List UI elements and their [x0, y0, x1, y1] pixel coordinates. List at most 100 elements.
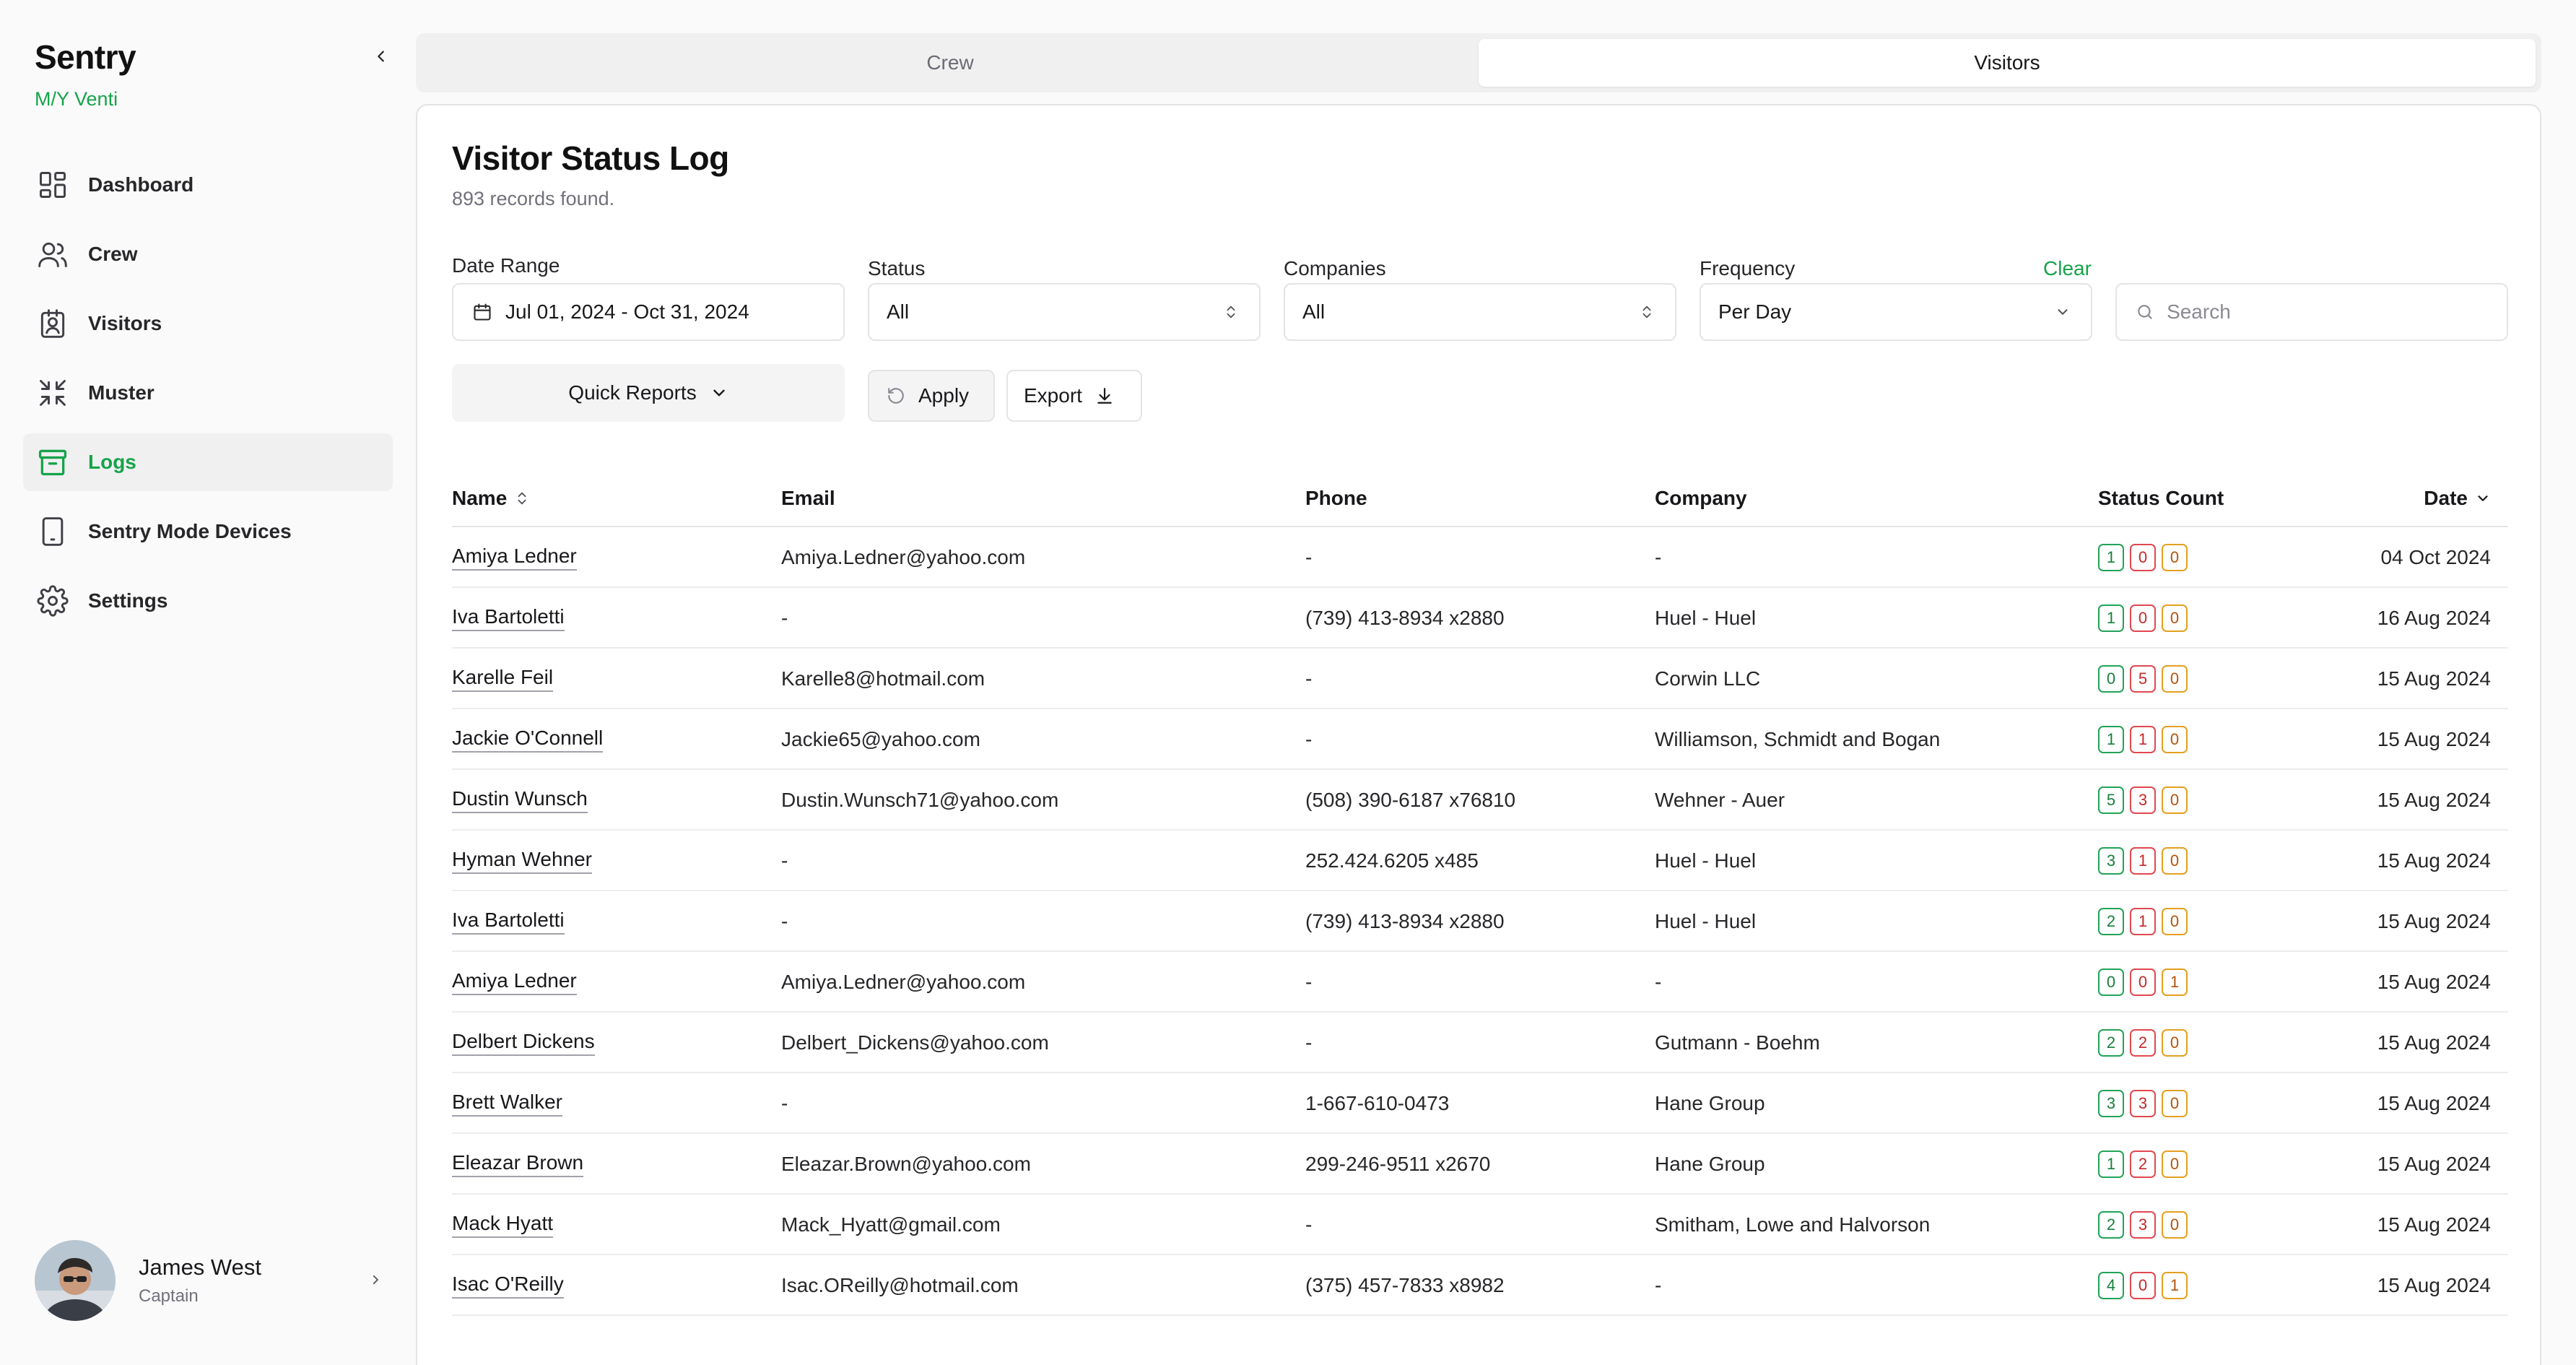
- visitor-email: Amiya.Ledner@yahoo.com: [781, 546, 1026, 568]
- frequency-select[interactable]: Per Day: [1700, 283, 2092, 341]
- visitor-phone: -: [1305, 546, 1313, 568]
- badge-orange: 0: [2162, 726, 2188, 753]
- visit-date: 16 Aug 2024: [2377, 607, 2491, 629]
- gear-icon: [36, 584, 69, 618]
- visitor-name-link[interactable]: Dustin Wunsch: [452, 770, 770, 831]
- badge-green: 1: [2098, 1150, 2124, 1178]
- users-icon: [36, 238, 69, 271]
- visitor-phone: (375) 457-7833 x8982: [1305, 1274, 1505, 1296]
- badge-green: 3: [2098, 847, 2124, 875]
- clear-filters-link[interactable]: Clear: [2043, 257, 2092, 280]
- visitor-name-link[interactable]: Hyman Wehner: [452, 831, 770, 891]
- export-button[interactable]: Export: [1006, 370, 1142, 422]
- sidebar-item-visitors[interactable]: Visitors: [23, 295, 393, 352]
- visitor-name-link[interactable]: Brett Walker: [452, 1073, 770, 1134]
- status-badges: 401: [2098, 1272, 2188, 1299]
- visitor-badge-icon: [36, 307, 69, 340]
- status-badges: 210: [2098, 908, 2188, 935]
- visitor-email: Dustin.Wunsch71@yahoo.com: [781, 789, 1059, 811]
- chevron-right-icon: [362, 1267, 388, 1293]
- date-range-picker[interactable]: Jul 01, 2024 - Oct 31, 2024: [452, 283, 845, 341]
- search-icon: [2134, 300, 2155, 324]
- visitor-name-link[interactable]: Mack Hyatt: [452, 1195, 770, 1255]
- visitor-name-link[interactable]: Isac O'Reilly: [452, 1255, 770, 1316]
- chevron-down-icon: [2052, 301, 2074, 323]
- table-row: Amiya Ledner Amiya.Ledner@yahoo.com - -1 0 0 0…: [452, 527, 2508, 588]
- visitor-email: Amiya.Ledner@yahoo.com: [781, 971, 1026, 993]
- badge-red: 1: [2130, 847, 2156, 875]
- apply-button[interactable]: Apply: [868, 370, 995, 422]
- collapse-sidebar-button[interactable]: [367, 42, 396, 71]
- badge-red: 5: [2130, 665, 2156, 693]
- table-row: Iva Bartoletti - (739) 413-8934 x2880 Huel …: [452, 588, 2508, 649]
- table-row: Dustin Wunsch Dustin.Wunsch71@yahoo.com (5…: [452, 770, 2508, 831]
- sidebar-item-logs[interactable]: Logs: [23, 433, 393, 491]
- visitor-name-link[interactable]: Karelle Feil: [452, 649, 770, 709]
- sidebar-item-label: Logs: [88, 451, 136, 473]
- sort-icon: [514, 490, 530, 506]
- status-badges: 120: [2098, 1150, 2188, 1178]
- visit-date: 15 Aug 2024: [2377, 789, 2491, 811]
- column-header-name[interactable]: Name: [452, 469, 770, 527]
- tablet-icon: [36, 515, 69, 548]
- table-header: Name Email Phone Company Status Count Da…: [452, 469, 2508, 527]
- user-name: James West: [139, 1254, 261, 1280]
- sidebar-item-dashboard[interactable]: Dashboard: [23, 156, 393, 214]
- badge-red: 2: [2130, 1029, 2156, 1057]
- visitor-company: Huel - Huel: [1655, 910, 1757, 932]
- sidebar-item-label: Sentry Mode Devices: [88, 520, 292, 542]
- visitor-email: -: [781, 607, 788, 629]
- visitor-phone: 252.424.6205 x485: [1305, 849, 1479, 872]
- visitor-name-link[interactable]: Amiya Ledner: [452, 527, 770, 588]
- visitor-name-link[interactable]: Eleazar Brown: [452, 1134, 770, 1195]
- tab-crew[interactable]: Crew: [422, 39, 1479, 87]
- quick-reports-label: Quick Reports: [568, 381, 697, 404]
- visit-date: 15 Aug 2024: [2377, 971, 2491, 993]
- column-header-email: Email: [781, 487, 835, 509]
- sidebar-item-crew[interactable]: Crew: [23, 225, 393, 283]
- badge-green: 4: [2098, 1272, 2124, 1299]
- column-label: Date: [2424, 487, 2468, 509]
- visitor-name-link[interactable]: Iva Bartoletti: [452, 588, 770, 649]
- badge-green: 0: [2098, 665, 2124, 693]
- badge-orange: 0: [2162, 908, 2188, 935]
- table-row: Hyman Wehner - 252.424.6205 x485 Huel - Hue…: [452, 831, 2508, 891]
- visitor-name: Hyman Wehner: [452, 848, 593, 874]
- visit-date: 15 Aug 2024: [2377, 728, 2491, 750]
- sidebar-item-sentry-mode-devices[interactable]: Sentry Mode Devices: [23, 503, 393, 560]
- companies-value: All: [1302, 300, 1326, 323]
- user-profile[interactable]: James West Captain: [35, 1239, 388, 1322]
- badge-red: 1: [2130, 726, 2156, 753]
- visitor-phone: -: [1305, 1213, 1313, 1236]
- visitor-log-table: Name Email Phone Company Status Count Da…: [452, 469, 2508, 1316]
- visit-date: 15 Aug 2024: [2377, 1092, 2491, 1114]
- visitor-company: Smitham, Lowe and Halvorson: [1655, 1213, 1931, 1236]
- visitor-email: Karelle8@hotmail.com: [781, 667, 985, 690]
- status-badges: 310: [2098, 847, 2188, 875]
- visitor-name-link[interactable]: Jackie O'Connell: [452, 709, 770, 770]
- visitor-name-link[interactable]: Amiya Ledner: [452, 952, 770, 1013]
- chevrons-up-down-icon: [1220, 301, 1242, 323]
- visitor-email: -: [781, 1092, 788, 1114]
- tab-visitors[interactable]: Visitors: [1479, 39, 2536, 87]
- table-row: Isac O'Reilly Isac.OReilly@hotmail.com (37…: [452, 1255, 2508, 1316]
- sidebar-item-settings[interactable]: Settings: [23, 572, 393, 630]
- companies-select[interactable]: All: [1284, 283, 1676, 341]
- visitor-name-link[interactable]: Iva Bartoletti: [452, 891, 770, 952]
- visitor-name: Iva Bartoletti: [452, 605, 565, 631]
- search-field[interactable]: [2115, 283, 2508, 341]
- date-range-value: Jul 01, 2024 - Oct 31, 2024: [505, 300, 749, 323]
- status-select[interactable]: All: [868, 283, 1261, 341]
- visitor-email: Delbert_Dickens@yahoo.com: [781, 1031, 1049, 1054]
- sidebar-item-muster[interactable]: Muster: [23, 364, 393, 422]
- status-count: 310: [2098, 831, 2315, 891]
- column-header-status-count: Status Count: [2098, 487, 2224, 509]
- status-count: 220: [2098, 1013, 2315, 1073]
- search-input[interactable]: [2167, 300, 2489, 324]
- quick-reports-button[interactable]: Quick Reports: [452, 364, 845, 422]
- column-header-date[interactable]: Date: [2286, 469, 2491, 527]
- archive-icon: [36, 446, 69, 479]
- visitor-name-link[interactable]: Delbert Dickens: [452, 1013, 770, 1073]
- frequency-value: Per Day: [1718, 300, 1792, 323]
- badge-red: 3: [2130, 786, 2156, 814]
